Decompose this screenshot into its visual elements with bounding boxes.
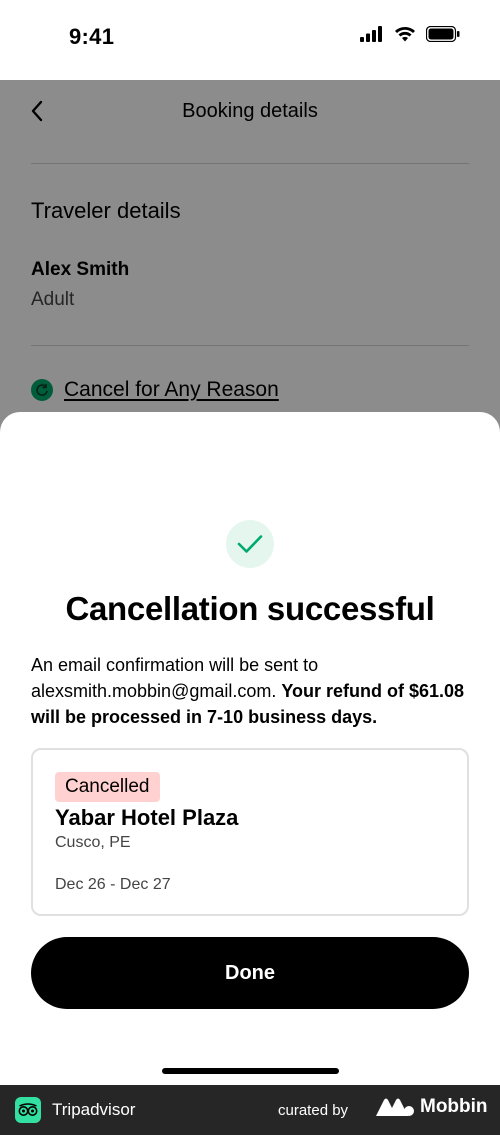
success-indicator: [226, 520, 274, 568]
status-icons: [360, 26, 460, 42]
hotel-name: Yabar Hotel Plaza: [55, 805, 239, 830]
tripadvisor-logo-icon: [15, 1097, 41, 1123]
message-text: An email confirmation will be sent to al…: [31, 655, 319, 701]
done-button[interactable]: Done: [31, 937, 469, 1009]
status-badge: Cancelled: [55, 772, 160, 802]
wifi-icon: [395, 27, 415, 42]
battery-icon: [426, 26, 460, 42]
checkmark-icon: [237, 535, 263, 553]
footer-bar: Tripadvisor curated by Mobbin: [0, 1085, 500, 1135]
tripadvisor-brand: Tripadvisor: [52, 1100, 136, 1119]
mobbin-logo-icon: [376, 1098, 414, 1116]
home-indicator: [162, 1068, 339, 1074]
status-bar: 9:41: [0, 0, 500, 80]
sheet-title: Cancellation successful: [65, 590, 435, 627]
mobbin-brand: Mobbin: [376, 1096, 488, 1118]
cancellation-sheet: Cancellation successful An email confirm…: [0, 412, 500, 1085]
hotel-location: Cusco, PE: [55, 834, 131, 851]
mobbin-name: Mobbin: [420, 1096, 488, 1117]
booking-dates: Dec 26 - Dec 27: [55, 876, 171, 893]
signal-icon: [360, 26, 382, 42]
booking-card: Cancelled Yabar Hotel Plaza Cusco, PE De…: [31, 748, 469, 916]
status-time: 9:41: [69, 24, 115, 49]
confirmation-message: An email confirmation will be sent to al…: [31, 652, 471, 730]
curated-by-label: curated by: [278, 1102, 349, 1119]
